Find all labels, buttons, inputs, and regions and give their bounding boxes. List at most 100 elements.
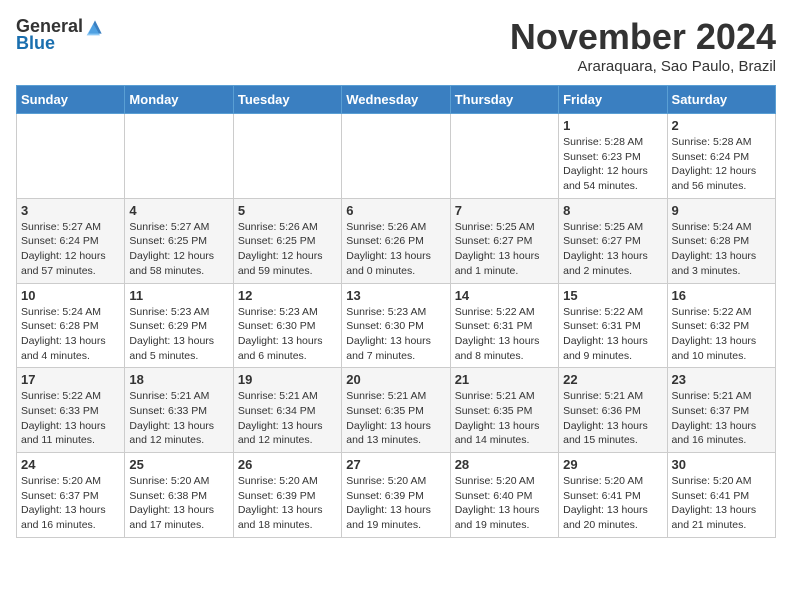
day-number: 3	[21, 203, 120, 218]
page-header: General Blue November 2024 Araraquara, S…	[16, 16, 776, 75]
day-number: 8	[563, 203, 662, 218]
day-number: 19	[238, 372, 337, 387]
calendar-cell: 26 Sunrise: 5:20 AMSunset: 6:39 PMDayligh…	[233, 453, 341, 538]
day-detail: Sunrise: 5:21 AMSunset: 6:33 PMDaylight:…	[129, 389, 228, 448]
location: Araraquara, Sao Paulo, Brazil	[510, 58, 776, 75]
day-detail: Sunrise: 5:20 AMSunset: 6:41 PMDaylight:…	[563, 474, 662, 533]
calendar-table: SundayMondayTuesdayWednesdayThursdayFrid…	[16, 85, 776, 538]
day-number: 29	[563, 457, 662, 472]
logo-blue-text: Blue	[16, 33, 55, 54]
day-detail: Sunrise: 5:23 AMSunset: 6:30 PMDaylight:…	[238, 305, 337, 364]
day-number: 13	[346, 288, 445, 303]
day-number: 26	[238, 457, 337, 472]
day-detail: Sunrise: 5:25 AMSunset: 6:27 PMDaylight:…	[563, 220, 662, 279]
weekday-header-saturday: Saturday	[667, 86, 775, 114]
day-number: 27	[346, 457, 445, 472]
day-number: 17	[21, 372, 120, 387]
day-number: 30	[672, 457, 771, 472]
calendar-cell: 16 Sunrise: 5:22 AMSunset: 6:32 PMDayligh…	[667, 283, 775, 368]
day-number: 28	[455, 457, 554, 472]
day-detail: Sunrise: 5:21 AMSunset: 6:34 PMDaylight:…	[238, 389, 337, 448]
day-number: 22	[563, 372, 662, 387]
day-detail: Sunrise: 5:26 AMSunset: 6:25 PMDaylight:…	[238, 220, 337, 279]
calendar-cell: 30 Sunrise: 5:20 AMSunset: 6:41 PMDayligh…	[667, 453, 775, 538]
logo: General Blue	[16, 16, 105, 54]
day-detail: Sunrise: 5:20 AMSunset: 6:39 PMDaylight:…	[238, 474, 337, 533]
calendar-cell: 12 Sunrise: 5:23 AMSunset: 6:30 PMDayligh…	[233, 283, 341, 368]
day-number: 5	[238, 203, 337, 218]
day-detail: Sunrise: 5:28 AMSunset: 6:23 PMDaylight:…	[563, 135, 662, 194]
calendar-cell: 21 Sunrise: 5:21 AMSunset: 6:35 PMDayligh…	[450, 368, 558, 453]
calendar-cell: 27 Sunrise: 5:20 AMSunset: 6:39 PMDayligh…	[342, 453, 450, 538]
day-number: 10	[21, 288, 120, 303]
day-detail: Sunrise: 5:28 AMSunset: 6:24 PMDaylight:…	[672, 135, 771, 194]
weekday-header-thursday: Thursday	[450, 86, 558, 114]
day-number: 4	[129, 203, 228, 218]
calendar-cell	[17, 114, 125, 199]
calendar-cell: 4 Sunrise: 5:27 AMSunset: 6:25 PMDaylight…	[125, 198, 233, 283]
calendar-cell: 22 Sunrise: 5:21 AMSunset: 6:36 PMDayligh…	[559, 368, 667, 453]
calendar-cell: 23 Sunrise: 5:21 AMSunset: 6:37 PMDayligh…	[667, 368, 775, 453]
calendar-cell	[125, 114, 233, 199]
calendar-week-5: 24 Sunrise: 5:20 AMSunset: 6:37 PMDayligh…	[17, 453, 776, 538]
weekday-header-sunday: Sunday	[17, 86, 125, 114]
day-detail: Sunrise: 5:20 AMSunset: 6:41 PMDaylight:…	[672, 474, 771, 533]
day-number: 23	[672, 372, 771, 387]
day-detail: Sunrise: 5:22 AMSunset: 6:31 PMDaylight:…	[455, 305, 554, 364]
calendar-cell: 6Sunrise: 5:26 AMSunset: 6:26 PMDaylight…	[342, 198, 450, 283]
calendar-cell: 7 Sunrise: 5:25 AMSunset: 6:27 PMDaylight…	[450, 198, 558, 283]
calendar-cell: 2Sunrise: 5:28 AMSunset: 6:24 PMDaylight…	[667, 114, 775, 199]
day-number: 25	[129, 457, 228, 472]
calendar-cell: 25 Sunrise: 5:20 AMSunset: 6:38 PMDayligh…	[125, 453, 233, 538]
calendar-cell: 5 Sunrise: 5:26 AMSunset: 6:25 PMDaylight…	[233, 198, 341, 283]
calendar-cell	[233, 114, 341, 199]
weekday-header-monday: Monday	[125, 86, 233, 114]
day-detail: Sunrise: 5:27 AMSunset: 6:25 PMDaylight:…	[129, 220, 228, 279]
calendar-cell	[342, 114, 450, 199]
calendar-cell: 18Sunrise: 5:21 AMSunset: 6:33 PMDayligh…	[125, 368, 233, 453]
day-detail: Sunrise: 5:25 AMSunset: 6:27 PMDaylight:…	[455, 220, 554, 279]
day-detail: Sunrise: 5:21 AMSunset: 6:35 PMDaylight:…	[455, 389, 554, 448]
calendar-cell: 11Sunrise: 5:23 AMSunset: 6:29 PMDayligh…	[125, 283, 233, 368]
day-number: 12	[238, 288, 337, 303]
calendar-cell: 3Sunrise: 5:27 AMSunset: 6:24 PMDaylight…	[17, 198, 125, 283]
calendar-cell: 13Sunrise: 5:23 AMSunset: 6:30 PMDayligh…	[342, 283, 450, 368]
calendar-cell: 1 Sunrise: 5:28 AMSunset: 6:23 PMDaylight…	[559, 114, 667, 199]
calendar-cell: 28 Sunrise: 5:20 AMSunset: 6:40 PMDayligh…	[450, 453, 558, 538]
logo-icon	[85, 17, 105, 37]
day-detail: Sunrise: 5:22 AMSunset: 6:31 PMDaylight:…	[563, 305, 662, 364]
weekday-header-friday: Friday	[559, 86, 667, 114]
calendar-week-3: 10 Sunrise: 5:24 AMSunset: 6:28 PMDayligh…	[17, 283, 776, 368]
day-detail: Sunrise: 5:21 AMSunset: 6:36 PMDaylight:…	[563, 389, 662, 448]
calendar-cell: 20 Sunrise: 5:21 AMSunset: 6:35 PMDayligh…	[342, 368, 450, 453]
calendar-cell: 9 Sunrise: 5:24 AMSunset: 6:28 PMDaylight…	[667, 198, 775, 283]
calendar-cell	[450, 114, 558, 199]
day-number: 1	[563, 118, 662, 133]
day-detail: Sunrise: 5:20 AMSunset: 6:38 PMDaylight:…	[129, 474, 228, 533]
calendar-cell: 14Sunrise: 5:22 AMSunset: 6:31 PMDayligh…	[450, 283, 558, 368]
day-number: 20	[346, 372, 445, 387]
day-number: 21	[455, 372, 554, 387]
calendar-cell: 15 Sunrise: 5:22 AMSunset: 6:31 PMDayligh…	[559, 283, 667, 368]
day-detail: Sunrise: 5:21 AMSunset: 6:37 PMDaylight:…	[672, 389, 771, 448]
day-number: 7	[455, 203, 554, 218]
day-detail: Sunrise: 5:24 AMSunset: 6:28 PMDaylight:…	[672, 220, 771, 279]
calendar-cell: 24 Sunrise: 5:20 AMSunset: 6:37 PMDayligh…	[17, 453, 125, 538]
day-number: 16	[672, 288, 771, 303]
calendar-cell: 10 Sunrise: 5:24 AMSunset: 6:28 PMDayligh…	[17, 283, 125, 368]
title-block: November 2024 Araraquara, Sao Paulo, Bra…	[510, 16, 776, 75]
day-detail: Sunrise: 5:22 AMSunset: 6:32 PMDaylight:…	[672, 305, 771, 364]
calendar-week-4: 17 Sunrise: 5:22 AMSunset: 6:33 PMDayligh…	[17, 368, 776, 453]
day-detail: Sunrise: 5:26 AMSunset: 6:26 PMDaylight:…	[346, 220, 445, 279]
day-detail: Sunrise: 5:20 AMSunset: 6:39 PMDaylight:…	[346, 474, 445, 533]
day-detail: Sunrise: 5:23 AMSunset: 6:29 PMDaylight:…	[129, 305, 228, 364]
day-detail: Sunrise: 5:20 AMSunset: 6:37 PMDaylight:…	[21, 474, 120, 533]
calendar-week-1: 1 Sunrise: 5:28 AMSunset: 6:23 PMDaylight…	[17, 114, 776, 199]
day-detail: Sunrise: 5:20 AMSunset: 6:40 PMDaylight:…	[455, 474, 554, 533]
day-detail: Sunrise: 5:21 AMSunset: 6:35 PMDaylight:…	[346, 389, 445, 448]
day-number: 15	[563, 288, 662, 303]
day-number: 9	[672, 203, 771, 218]
day-detail: Sunrise: 5:22 AMSunset: 6:33 PMDaylight:…	[21, 389, 120, 448]
day-number: 24	[21, 457, 120, 472]
day-detail: Sunrise: 5:24 AMSunset: 6:28 PMDaylight:…	[21, 305, 120, 364]
